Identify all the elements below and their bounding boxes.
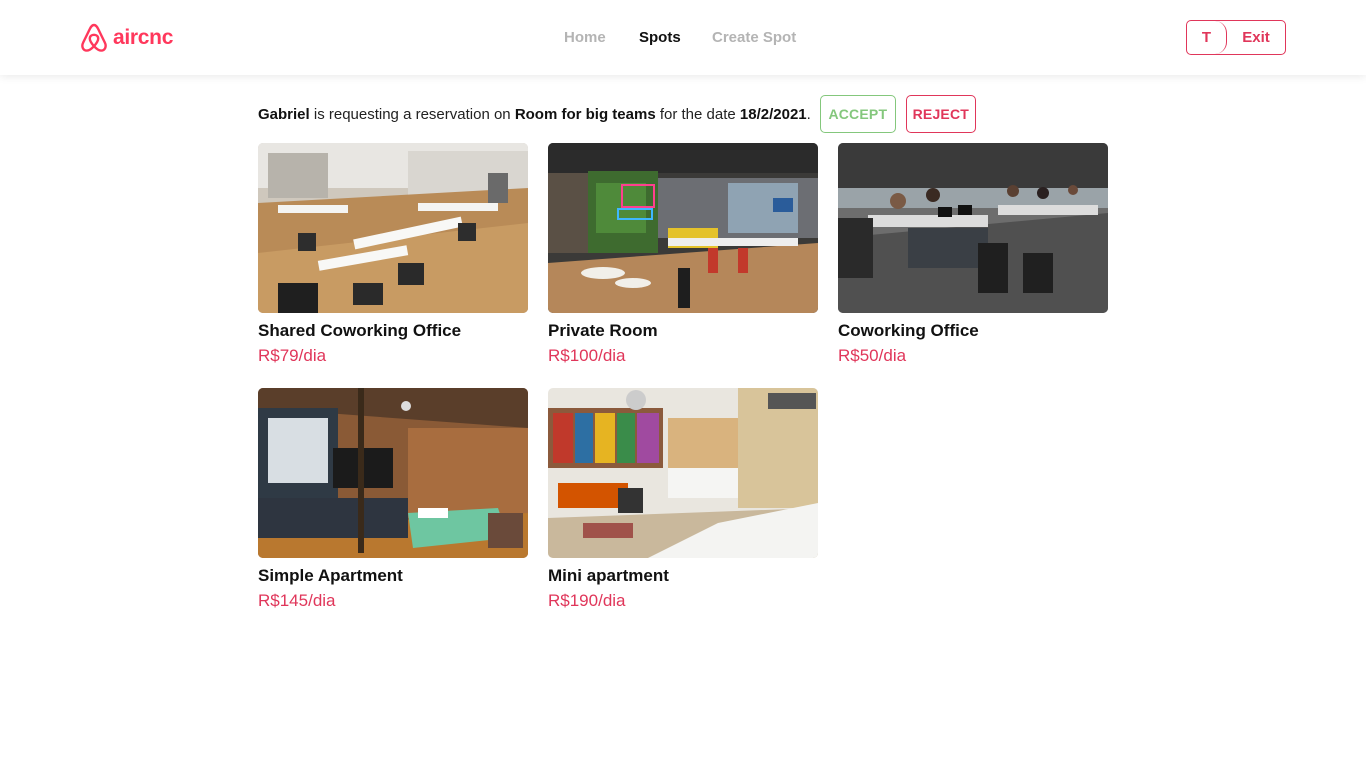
spot-card[interactable]: Shared Coworking Office R$79/dia xyxy=(258,143,528,369)
spot-title: Shared Coworking Office xyxy=(258,321,462,340)
spot-image xyxy=(548,143,818,313)
exit-button[interactable]: Exit xyxy=(1227,21,1285,54)
nav-create-spot[interactable]: Create Spot xyxy=(712,28,796,48)
reservation-request: Gabriel is requesting a reservation on R… xyxy=(258,95,976,133)
spot-title: Simple Apartment xyxy=(258,566,403,585)
main-nav: Home Spots Create Spot xyxy=(0,28,1366,48)
spot-card[interactable]: Simple Apartment R$145/dia xyxy=(258,388,528,614)
request-text-3: . xyxy=(806,105,811,123)
spot-price: R$50/dia xyxy=(838,346,907,365)
spot-image xyxy=(258,143,528,313)
spot-image xyxy=(548,388,818,558)
request-spot: Room for big teams xyxy=(514,105,656,123)
spot-image xyxy=(838,143,1108,313)
spot-price: R$190/dia xyxy=(548,591,626,610)
spot-title: Private Room xyxy=(548,321,658,340)
spot-card[interactable]: Private Room R$100/dia xyxy=(548,143,818,369)
nav-spots[interactable]: Spots xyxy=(639,28,681,48)
request-text-1: is requesting a reservation on xyxy=(309,105,515,123)
spot-card[interactable]: Coworking Office R$50/dia xyxy=(838,143,1108,369)
spot-price: R$145/dia xyxy=(258,591,336,610)
spot-price: R$100/dia xyxy=(548,346,626,365)
user-menu: T Exit xyxy=(1186,20,1286,55)
request-user: Gabriel xyxy=(258,105,310,123)
reject-button[interactable]: REJECT xyxy=(905,95,976,133)
spot-card[interactable]: Mini apartment R$190/dia xyxy=(548,388,818,614)
spot-price: R$79/dia xyxy=(258,346,327,365)
spot-title: Coworking Office xyxy=(838,321,979,340)
spot-title: Mini apartment xyxy=(548,566,669,585)
accept-button[interactable]: ACCEPT xyxy=(819,95,896,133)
spot-image xyxy=(258,388,528,558)
top-header: aircnc Home Spots Create Spot T Exit xyxy=(0,0,1366,75)
request-date: 18/2/2021 xyxy=(739,105,807,123)
request-message: Gabriel is requesting a reservation on R… xyxy=(258,106,811,123)
request-text-2: for the date xyxy=(655,105,740,123)
user-initial-button[interactable]: T xyxy=(1187,21,1227,54)
nav-home[interactable]: Home xyxy=(564,28,606,48)
